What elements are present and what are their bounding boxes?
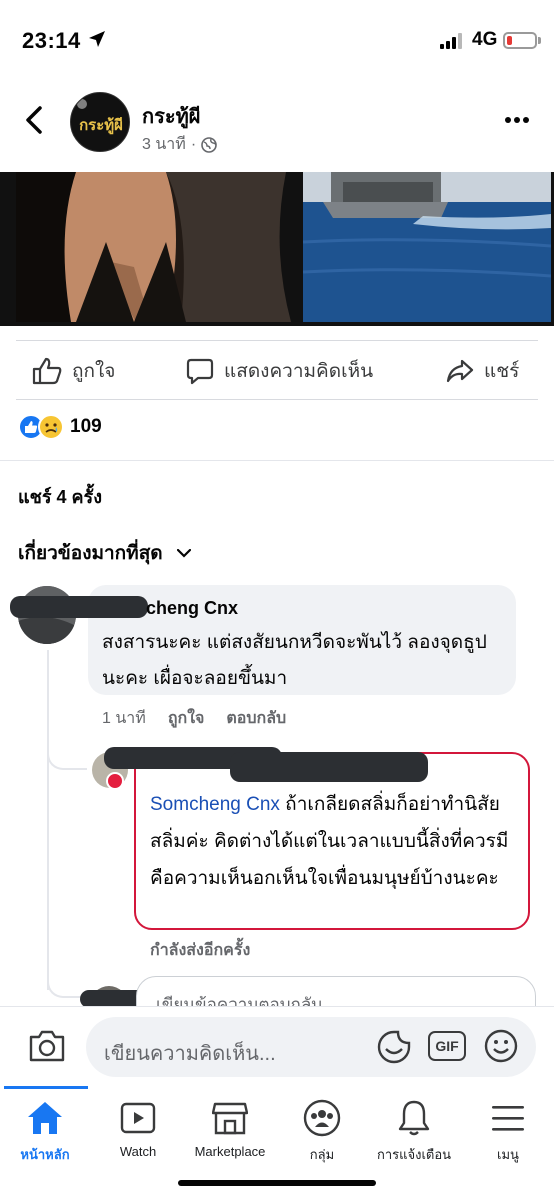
like-label: ถูกใจ: [72, 361, 116, 382]
tab-label-groups: กลุ่ม: [309, 1147, 335, 1162]
bell-icon: [398, 1100, 430, 1136]
comment-text: สงสารนะคะ แต่สงสัยนกหวีดจะพันไว้ ลองจุดธ…: [102, 632, 487, 689]
home-indicator: [178, 1180, 376, 1186]
tab-watch[interactable]: Watch: [88, 1098, 188, 1159]
post-image[interactable]: [0, 172, 554, 326]
comment-author[interactable]: cheng Cnx: [146, 598, 238, 619]
tab-menu[interactable]: เมนู: [458, 1098, 554, 1165]
emoji-icon[interactable]: [484, 1029, 518, 1063]
share-button[interactable]: แชร์: [446, 356, 519, 386]
reply-mention[interactable]: Somcheng Cnx: [150, 794, 280, 815]
reaction-count: 109: [70, 416, 102, 437]
tab-label-menu: เมนู: [497, 1147, 519, 1162]
tab-label-notifications: การแจ้งเตือน: [376, 1147, 452, 1162]
sad-reaction-icon: [38, 414, 64, 440]
like-icon: [32, 357, 62, 385]
redacted-name: [230, 752, 428, 782]
post-image-right: [303, 172, 551, 322]
post-header: กระทู้ผี กระทู้ผี 3 นาที ·: [0, 86, 554, 158]
tab-marketplace[interactable]: Marketplace: [180, 1098, 280, 1159]
comment-like-link[interactable]: ถูกใจ: [168, 706, 205, 731]
like-button[interactable]: ถูกใจ: [32, 356, 115, 386]
watch-icon: [120, 1102, 156, 1134]
tab-label-home: หน้าหลัก: [20, 1147, 70, 1162]
meta-separator: ·: [190, 135, 197, 153]
comment-composer: เขียนความคิดเห็น... GIF: [0, 1006, 554, 1086]
divider-top: [16, 340, 538, 341]
battery-icon: [503, 32, 537, 49]
divider-bottom: [16, 399, 538, 400]
comment-button[interactable]: แสดงความคิดเห็น: [186, 356, 373, 386]
menu-icon: [492, 1106, 524, 1131]
reaction-summary[interactable]: 109: [18, 414, 102, 440]
page-name[interactable]: กระทู้ผี: [142, 100, 201, 132]
post-image-left: [16, 172, 300, 322]
tab-groups[interactable]: กลุ่ม: [272, 1098, 372, 1165]
active-tab-indicator: [4, 1086, 88, 1089]
marketplace-icon: [212, 1102, 248, 1135]
status-bar: 23:14 4G: [0, 0, 554, 80]
comment-input-placeholder: เขียนความคิดเห็น...: [104, 1043, 276, 1065]
reply-text: Somcheng Cnx ถ้าเกลียดสลิ่มก็อย่าทำนิสัย…: [150, 786, 520, 897]
battery-cap: [538, 37, 541, 44]
network-type: 4G: [472, 29, 498, 50]
post-actions: ถูกใจ แสดงความคิดเห็น แชร์: [0, 342, 554, 400]
thread-line: [47, 650, 49, 990]
signal-icon: [440, 33, 462, 49]
comment-time: 1 นาที: [102, 710, 146, 727]
groups-icon: [303, 1099, 341, 1137]
tab-label-marketplace: Marketplace: [194, 1144, 266, 1159]
comment-label: แสดงความคิดเห็น: [224, 361, 374, 382]
gif-label: GIF: [435, 1038, 459, 1054]
gif-button[interactable]: GIF: [428, 1031, 466, 1061]
page-avatar[interactable]: กระทู้ผี: [70, 92, 130, 152]
error-badge-icon: [106, 772, 124, 790]
sticker-icon[interactable]: [376, 1029, 412, 1065]
share-icon: [446, 359, 474, 383]
reply-retry-status[interactable]: กำลังส่งอีกครั้ง: [150, 938, 250, 963]
tab-home[interactable]: หน้าหลัก: [0, 1098, 95, 1165]
tab-notifications[interactable]: การแจ้งเตือน: [364, 1098, 464, 1165]
comment-icon: [186, 358, 214, 385]
more-options-icon[interactable]: [504, 116, 530, 124]
share-count[interactable]: แชร์ 4 ครั้ง: [18, 482, 102, 511]
back-arrow-icon[interactable]: [22, 106, 46, 134]
post-meta: 3 นาที ·: [142, 132, 217, 157]
chevron-down-icon: [176, 548, 191, 558]
location-arrow-icon: [89, 31, 105, 47]
thread-connector: [47, 740, 87, 770]
camera-icon[interactable]: [28, 1029, 66, 1063]
globe-icon: [201, 136, 217, 153]
status-time: 23:14: [22, 28, 81, 53]
comment-reply-link[interactable]: ตอบกลับ: [226, 706, 286, 731]
sort-label: เกี่ยวข้องมากที่สุด: [18, 543, 163, 564]
tab-label-watch: Watch: [119, 1144, 157, 1159]
comment-meta: 1 นาที ถูกใจ ตอบกลับ: [102, 706, 286, 731]
avatar-text: กระทู้ผี: [79, 117, 123, 134]
share-label: แชร์: [484, 361, 520, 382]
section-divider: [0, 460, 554, 461]
post-time: 3 นาที: [142, 136, 186, 153]
home-icon: [28, 1102, 62, 1134]
comment-sort-dropdown[interactable]: เกี่ยวข้องมากที่สุด: [18, 538, 191, 568]
redacted-name: [10, 596, 148, 618]
